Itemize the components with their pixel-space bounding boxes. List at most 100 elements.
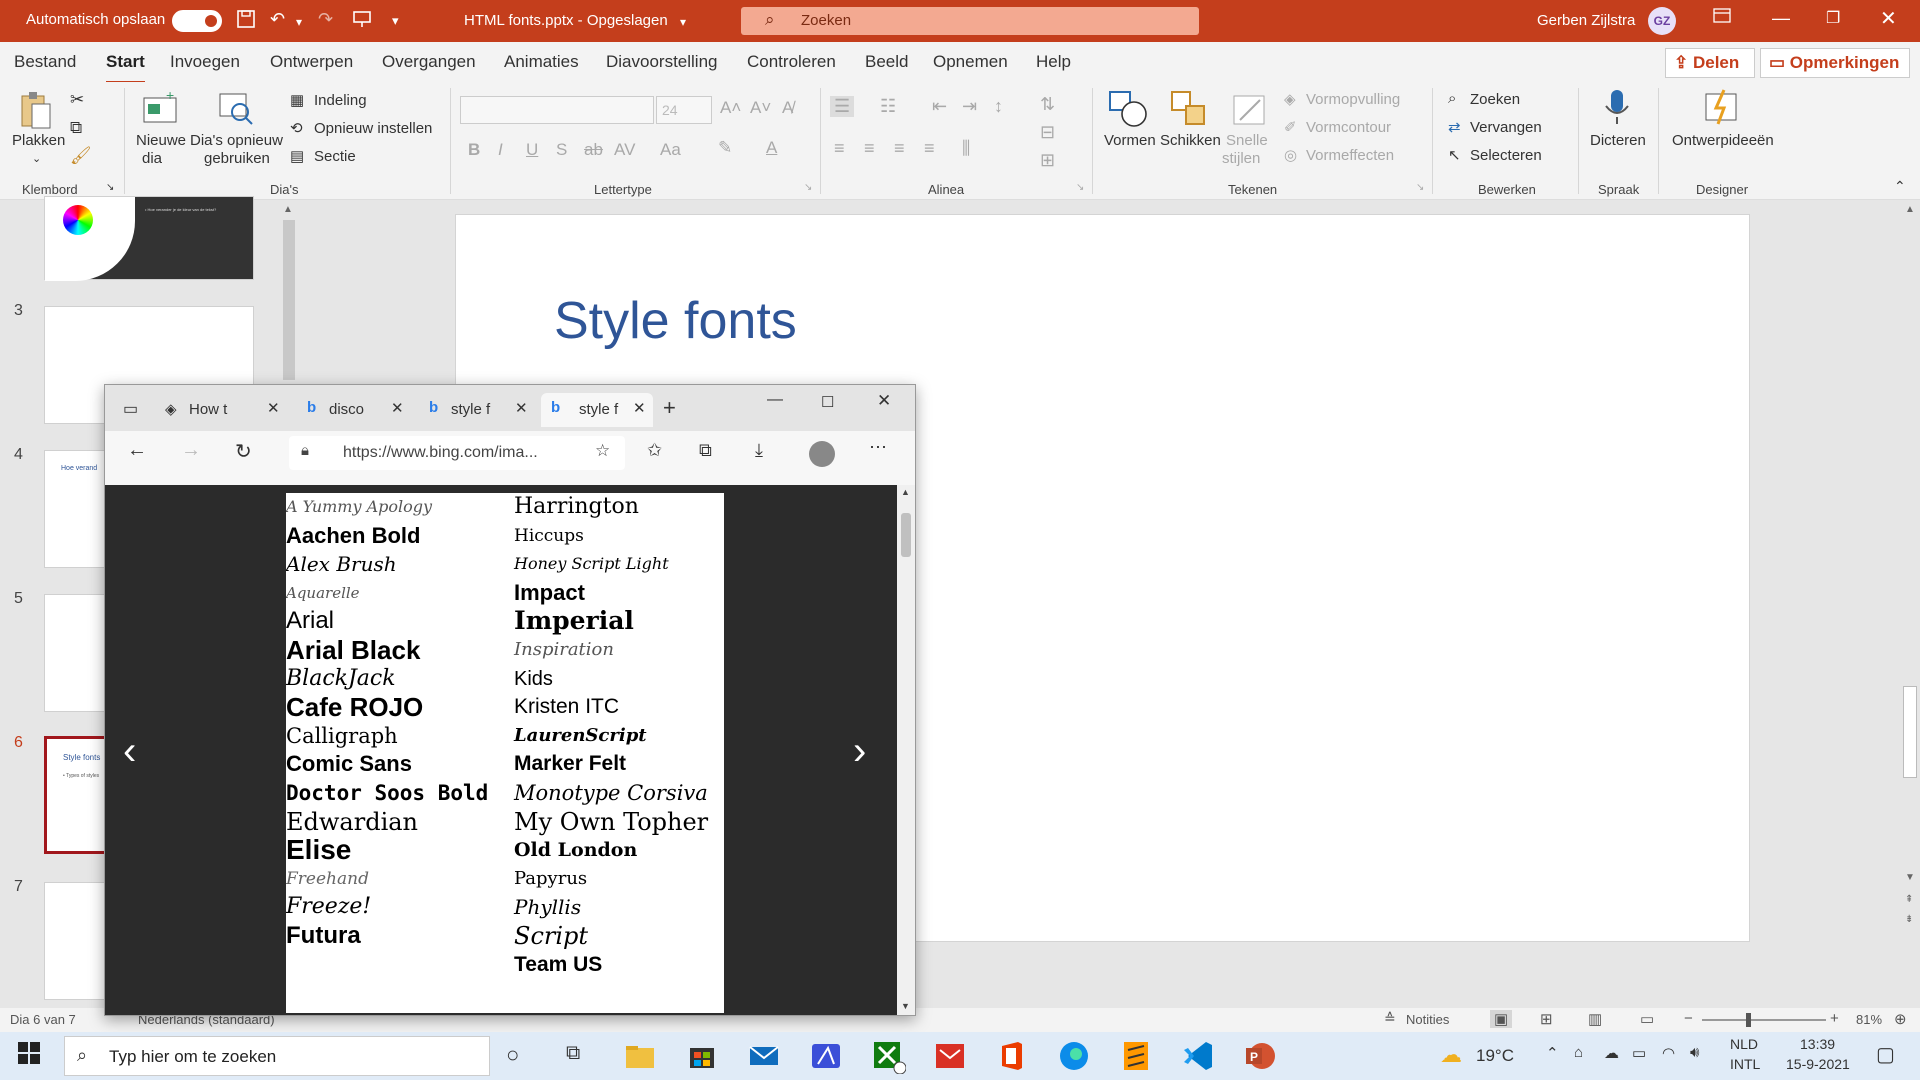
dictate-label[interactable]: Dicteren — [1590, 132, 1646, 149]
reuse-slides-label1[interactable]: Dia's opnieuw — [190, 132, 283, 149]
battery-icon[interactable]: ▭ — [1632, 1044, 1646, 1062]
quick-styles-label2[interactable]: stijlen — [1222, 150, 1260, 167]
designer-label[interactable]: Ontwerpideeën — [1672, 132, 1774, 149]
menu-overgangen[interactable]: Overgangen — [382, 52, 476, 72]
customize-qat-icon[interactable]: ▾ — [392, 13, 399, 29]
temperature[interactable]: 19°C — [1476, 1046, 1514, 1066]
store-icon[interactable] — [684, 1038, 720, 1074]
menu-start[interactable]: Start — [106, 52, 145, 84]
decrease-indent-icon[interactable]: ⇤ — [932, 96, 947, 117]
menu-invoegen[interactable]: Invoegen — [170, 52, 240, 72]
browser-scroll-thumb[interactable] — [901, 513, 911, 557]
prev-image-icon[interactable]: ‹ — [123, 729, 136, 774]
tab3-close-icon[interactable]: ✕ — [515, 399, 528, 417]
browser-tab-4[interactable]: b style f ✕ — [541, 393, 653, 427]
image-viewer[interactable]: ‹ › A Yummy Apology Aachen Bold Alex Bru… — [105, 485, 897, 1015]
reading-view-icon[interactable]: ▥ — [1588, 1010, 1602, 1028]
klembord-launcher-icon[interactable]: ↘ — [106, 182, 114, 193]
clock-time[interactable]: 13:39 — [1800, 1036, 1835, 1052]
editor-scroll-up-icon[interactable]: ▲ — [1905, 204, 1915, 215]
fit-slide-icon[interactable]: ⊕ — [1894, 1010, 1907, 1028]
browser-tab-3[interactable]: b style f ✕ — [419, 393, 537, 427]
close-icon[interactable]: ✕ — [1880, 6, 1897, 31]
onedrive-icon[interactable]: ☁ — [1604, 1044, 1619, 1062]
bullets-icon[interactable]: ☰ — [830, 96, 855, 117]
shape-effects-icon[interactable]: ◎ — [1284, 146, 1297, 164]
designer-icon[interactable] — [1704, 88, 1740, 125]
alinea-launcher-icon[interactable]: ↘ — [1076, 182, 1084, 193]
browser-tab-1[interactable]: ◈ How t ✕ — [155, 393, 291, 427]
numbering-icon[interactable]: ☷ — [880, 96, 896, 117]
menu-beeld[interactable]: Beeld — [865, 52, 908, 72]
shape-outline-label[interactable]: Vormcontour — [1306, 119, 1391, 136]
sorter-view-icon[interactable]: ⊞ — [1540, 1010, 1553, 1028]
reuse-slides-label2[interactable]: gebruiken — [204, 150, 270, 167]
arrange-icon[interactable] — [1170, 90, 1206, 126]
zoom-in-icon[interactable]: + — [1830, 1010, 1839, 1027]
redo-icon[interactable]: ↷ — [318, 9, 333, 30]
ribbon-display-icon[interactable] — [1713, 8, 1731, 29]
tab2-close-icon[interactable]: ✕ — [391, 399, 404, 417]
show-hidden-icon[interactable]: ⌃ — [1546, 1044, 1559, 1062]
tab-actions-icon[interactable]: ▭ — [123, 399, 138, 419]
align-left-icon[interactable]: ≡ — [834, 138, 845, 159]
font-sample-image[interactable]: A Yummy Apology Aachen Bold Alex Brush A… — [286, 493, 724, 1013]
justify-icon[interactable]: ≡ — [924, 138, 935, 159]
spacing-icon[interactable]: AV — [614, 140, 635, 160]
shape-fill-icon[interactable]: ◈ — [1284, 90, 1296, 108]
zoom-out-icon[interactable]: − — [1684, 1010, 1693, 1027]
shapes-label[interactable]: Vormen — [1104, 132, 1156, 149]
find-icon[interactable]: ⌕ — [1448, 90, 1456, 107]
tab1-close-icon[interactable]: ✕ — [267, 399, 280, 417]
shrink-font-icon[interactable]: A˅ — [750, 98, 771, 118]
next-image-icon[interactable]: › — [853, 729, 866, 774]
shape-outline-icon[interactable]: ✐ — [1284, 118, 1297, 136]
select-label[interactable]: Selecteren — [1470, 147, 1542, 164]
autosave-toggle[interactable] — [172, 10, 222, 32]
zoom-slider-handle[interactable] — [1746, 1013, 1751, 1027]
menu-controleren[interactable]: Controleren — [747, 52, 836, 72]
cortana-icon[interactable]: ○ — [506, 1042, 519, 1068]
zoom-slider[interactable] — [1702, 1013, 1826, 1027]
reset-icon[interactable]: ⟲ — [290, 119, 303, 137]
weather-icon[interactable]: ☁ — [1440, 1042, 1462, 1068]
reset-label[interactable]: Opnieuw instellen — [314, 120, 432, 137]
section-label[interactable]: Sectie — [314, 148, 356, 165]
clock-date[interactable]: 15-9-2021 — [1786, 1056, 1850, 1072]
browser-scrollbar[interactable]: ▲ ▼ — [897, 485, 915, 1015]
editor-scroll-thumb[interactable] — [1903, 686, 1917, 778]
new-slide-label1[interactable]: Nieuwe — [136, 132, 186, 149]
document-title[interactable]: HTML fonts.pptx - Opgeslagen — [464, 12, 668, 29]
tab4-close-icon[interactable]: ✕ — [633, 399, 646, 417]
menu-animaties[interactable]: Animaties — [504, 52, 579, 72]
grow-font-icon[interactable]: A˄ — [720, 98, 741, 118]
zoom-level[interactable]: 81% — [1856, 1012, 1882, 1027]
sublime-icon[interactable] — [1118, 1038, 1154, 1074]
browser-window[interactable]: ▭ ◈ How t ✕ b disco ✕ b style f ✕ b styl… — [104, 384, 916, 1016]
text-direction-icon[interactable]: ⇅ — [1040, 94, 1055, 115]
forward-icon[interactable]: → — [181, 439, 201, 462]
italic-icon[interactable]: I — [498, 140, 503, 160]
refresh-icon[interactable]: ↻ — [235, 439, 252, 464]
input-language[interactable]: NLD — [1730, 1036, 1758, 1052]
undo-icon[interactable]: ↶ — [270, 9, 285, 30]
strikethrough-icon[interactable]: ab — [584, 140, 603, 160]
paste-icon[interactable] — [18, 90, 54, 129]
back-icon[interactable]: ← — [127, 439, 147, 462]
format-painter-icon[interactable]: 🖌 — [70, 146, 92, 166]
next-slide-icon[interactable]: ⇟ — [1905, 914, 1913, 925]
paste-label[interactable]: Plakken — [12, 132, 65, 149]
browser-scroll-up-icon[interactable]: ▲ — [901, 487, 910, 497]
editor-scrollbar[interactable]: ▲ ▼ ⇞ ⇟ — [1900, 200, 1920, 940]
editor-scroll-down-icon[interactable]: ▼ — [1905, 872, 1915, 883]
align-text-icon[interactable]: ⊟ — [1040, 122, 1055, 143]
gmail-icon[interactable] — [932, 1038, 968, 1074]
notes-button[interactable]: Notities — [1406, 1012, 1449, 1027]
new-slide-icon[interactable]: + — [142, 87, 178, 126]
network-icon[interactable]: ◠ — [1662, 1044, 1675, 1062]
cut-icon[interactable]: ✂ — [70, 90, 84, 110]
shape-effects-label[interactable]: Vormeffecten — [1306, 147, 1394, 164]
collections-icon[interactable]: ⧉ — [699, 440, 712, 461]
clear-format-icon[interactable]: A̸ — [782, 98, 793, 118]
columns-icon[interactable]: ⫼ — [962, 138, 970, 159]
